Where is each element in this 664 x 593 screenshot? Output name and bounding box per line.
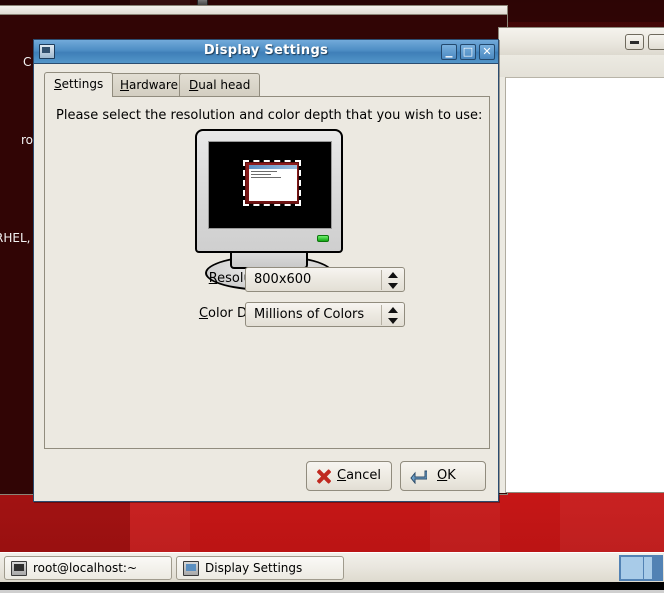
tab-dual-head-label: ual head xyxy=(198,78,251,92)
tab-hardware-label: ardware xyxy=(129,78,178,92)
terminal-line: C xyxy=(23,55,32,69)
tab-dual-head-mnemonic: D xyxy=(189,78,199,92)
tab-dual-head[interactable]: Dual head xyxy=(179,73,261,97)
dialog-titlebar[interactable]: Display Settings _ □ ✕ xyxy=(34,40,498,64)
dialog-title: Display Settings xyxy=(203,43,329,58)
workspace-1[interactable] xyxy=(621,557,644,579)
minimize-glyph: _ xyxy=(445,42,453,58)
taskbar-item-display-settings-label: Display Settings xyxy=(205,561,303,575)
right-window[interactable] xyxy=(498,27,664,493)
display-settings-dialog[interactable]: Display Settings _ □ ✕ Settings Hardware… xyxy=(33,39,499,502)
tab-settings[interactable]: Settings xyxy=(44,72,114,97)
cancel-button-label: Cancel xyxy=(337,468,382,483)
workspace-3[interactable] xyxy=(653,557,661,579)
preview-selection-marquee xyxy=(243,160,301,206)
taskbar-item-terminal[interactable]: root@localhost:~ xyxy=(4,556,172,580)
x-icon xyxy=(316,469,331,484)
monitor-case xyxy=(195,129,343,253)
instructions-label: Please select the resolution and color d… xyxy=(56,108,483,123)
resolution-combobox[interactable]: 800x600 xyxy=(245,267,405,292)
color-depth-row: Color Depth: Millions of Colors xyxy=(45,302,471,327)
terminal-icon xyxy=(11,561,27,576)
combo-separator xyxy=(381,270,382,290)
enter-arrow-icon xyxy=(410,470,428,485)
taskbar-item-display-settings[interactable]: Display Settings xyxy=(176,556,344,580)
workspace-pager[interactable] xyxy=(619,555,663,581)
monitor-preview xyxy=(191,129,351,291)
terminal-titlebar[interactable] xyxy=(0,5,508,14)
display-icon xyxy=(183,561,199,576)
right-window-sidebar xyxy=(498,77,506,493)
color-depth-mnemonic: C xyxy=(198,306,209,321)
taskbar: root@localhost:~ Display Settings xyxy=(0,552,664,582)
screen-bottom-strip xyxy=(0,582,664,593)
workspace-2[interactable] xyxy=(644,557,652,579)
right-window-titlebar[interactable] xyxy=(498,27,664,55)
tab-hardware[interactable]: Hardware xyxy=(110,73,188,97)
maximize-button[interactable]: □ xyxy=(460,44,476,60)
minimize-button[interactable]: _ xyxy=(441,42,457,60)
color-depth-combobox[interactable]: Millions of Colors xyxy=(245,302,405,327)
terminal-line: ro xyxy=(21,133,34,147)
resolution-mnemonic: R xyxy=(208,271,218,286)
right-window-client-area xyxy=(498,77,664,493)
ok-button-label: OK xyxy=(437,468,456,483)
close-button[interactable]: ✕ xyxy=(479,44,495,60)
power-led-icon xyxy=(317,235,329,242)
ok-button[interactable]: OK xyxy=(400,461,486,491)
right-window-maximize-button[interactable] xyxy=(648,34,664,50)
resolution-value: 800x600 xyxy=(254,272,312,287)
tab-hardware-mnemonic: H xyxy=(120,78,130,92)
monitor-screen xyxy=(209,142,331,228)
taskbar-item-terminal-label: root@localhost:~ xyxy=(33,561,138,575)
resolution-row: Resolution: 800x600 xyxy=(45,267,471,292)
combo-separator xyxy=(381,305,382,325)
settings-tab-page: Please select the resolution and color d… xyxy=(44,96,490,449)
spinner-arrows-icon[interactable] xyxy=(388,307,398,324)
tab-settings-mnemonic: S xyxy=(54,77,62,91)
tab-settings-label: ettings xyxy=(61,77,104,91)
spinner-arrows-icon[interactable] xyxy=(388,272,398,289)
settings-notebook: Settings Hardware Dual head Please selec… xyxy=(44,72,490,450)
monitor-bezel xyxy=(208,141,332,229)
maximize-glyph: □ xyxy=(462,45,474,58)
tab-bar: Settings Hardware Dual head xyxy=(44,72,490,97)
close-icon: ✕ xyxy=(482,45,492,58)
right-window-minimize-button[interactable] xyxy=(625,34,644,50)
cancel-button[interactable]: Cancel xyxy=(306,461,392,491)
right-window-toolbar xyxy=(498,55,664,77)
color-depth-value: Millions of Colors xyxy=(254,307,365,322)
terminal-line: RHEL, xyxy=(0,231,31,245)
